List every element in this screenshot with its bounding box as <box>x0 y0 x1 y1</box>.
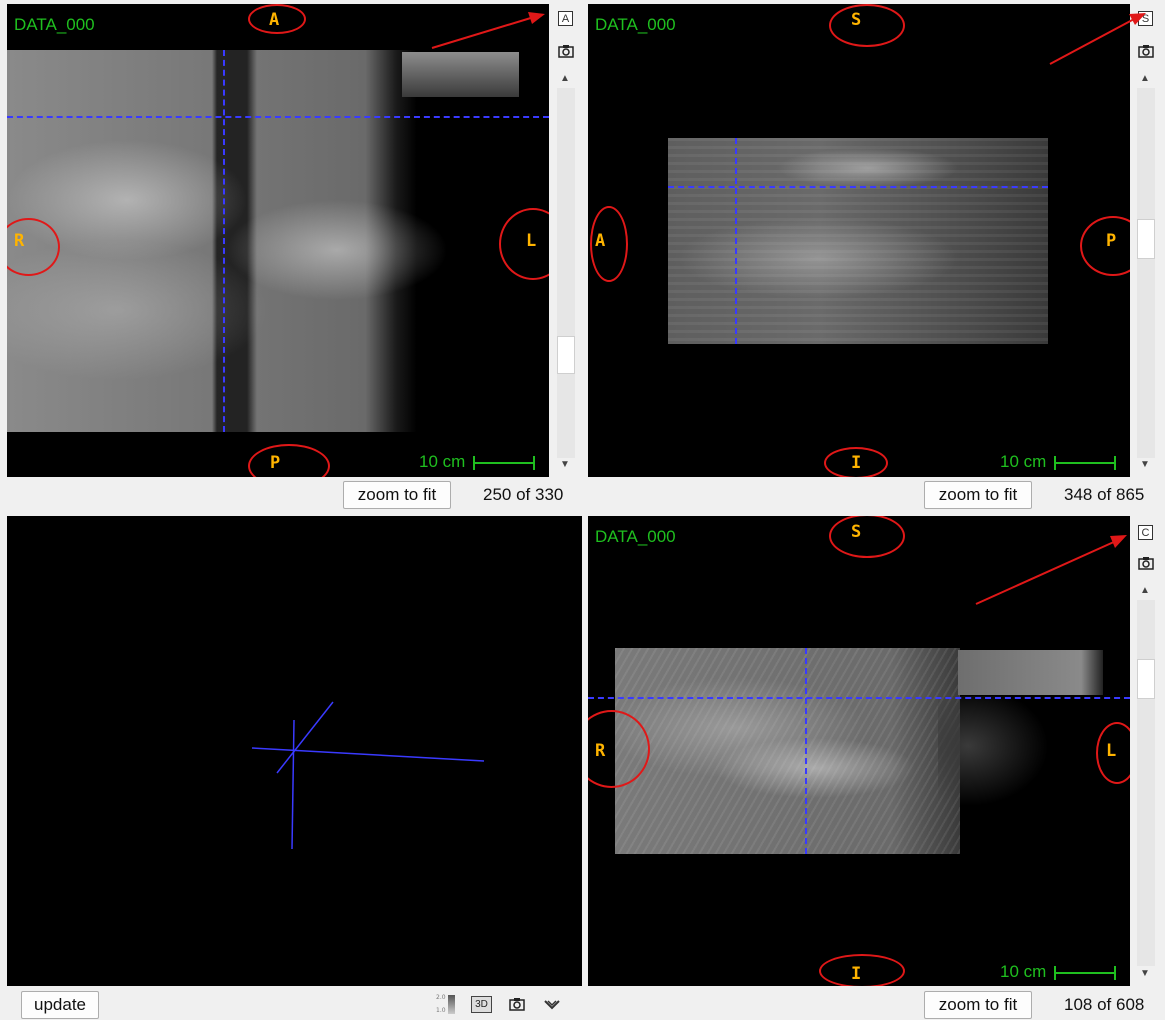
scale-bar: 10 cm <box>1000 962 1117 982</box>
slice-scrollbar[interactable] <box>1137 600 1155 966</box>
zoom-to-fit-button[interactable]: zoom to fit <box>924 991 1032 1019</box>
annotation-circle <box>819 954 905 986</box>
slice-counter: 108 of 608 <box>1064 995 1145 1014</box>
colormap-icon[interactable]: 2.0 1.0 <box>436 994 458 1016</box>
annotation-arrow <box>431 12 1146 605</box>
scroll-thumb[interactable] <box>1137 659 1155 699</box>
crosshair-horizontal[interactable] <box>588 697 1130 699</box>
crosshair-vertical[interactable] <box>805 648 807 854</box>
3d-icon[interactable]: 3D <box>471 996 492 1013</box>
scale-label: 10 cm <box>1000 962 1047 981</box>
scale-line <box>1054 965 1117 980</box>
scroll-down-icon[interactable]: ▼ <box>1136 967 1154 981</box>
camera-icon[interactable] <box>509 997 525 1011</box>
update-button[interactable]: update <box>21 991 99 1019</box>
ultrasound-tail-coronal <box>958 650 1103 695</box>
ultrasound-fade-coronal <box>938 696 1088 854</box>
colormap-min: 1.0 <box>436 1007 446 1014</box>
chevron-down-icon[interactable] <box>543 999 561 1011</box>
colormap-max: 2.0 <box>436 994 446 1001</box>
ultrasound-image-coronal <box>615 648 960 854</box>
annotation-circle <box>1096 722 1130 784</box>
colormap-bar <box>448 995 455 1014</box>
